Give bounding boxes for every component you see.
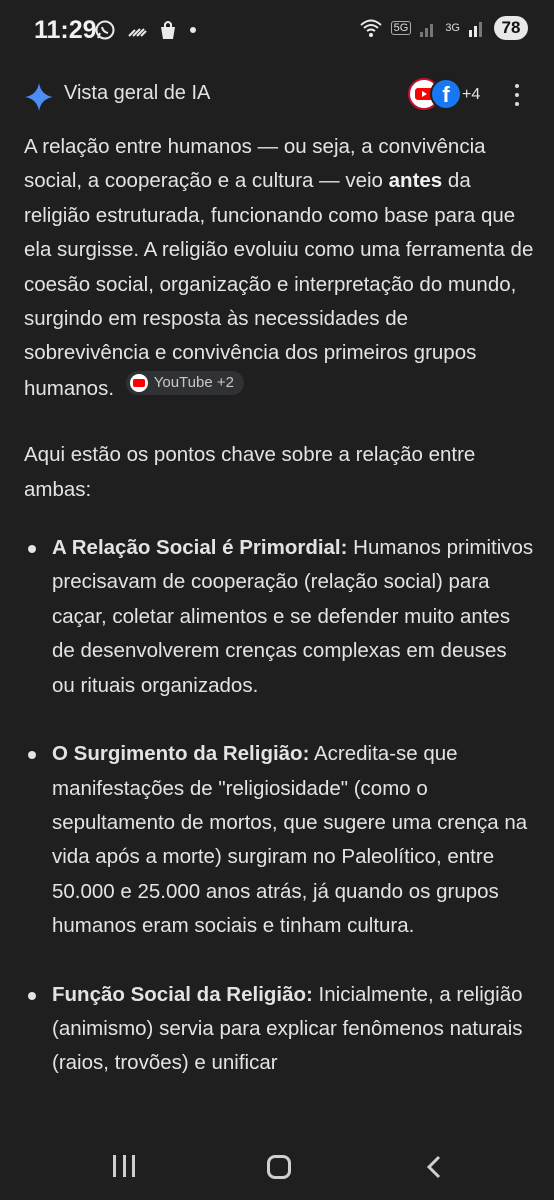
wifi-icon: [359, 19, 382, 37]
source-count[interactable]: +4: [462, 86, 480, 104]
point-text: Acredita-se que manifestações de "religi…: [52, 742, 528, 938]
point-title: A Relação Social é Primordial:: [52, 536, 348, 560]
more-options-icon[interactable]: [512, 84, 522, 108]
ai-overview-content: A relação entre humanos — ou seja, a con…: [24, 130, 534, 1115]
facebook-source-icon[interactable]: f: [430, 78, 462, 110]
cell-signal-r-icon: [469, 22, 482, 37]
intro-bold: antes: [388, 169, 443, 193]
signal-slash-icon: [128, 28, 147, 37]
whatsapp-icon: [95, 20, 115, 40]
notification-icons: [94, 19, 198, 41]
network-5g-label: 5G: [390, 21, 412, 35]
list-item: A Relação Social é Primordial: Humanos p…: [24, 531, 534, 703]
shopping-bag-icon: [161, 21, 175, 39]
points-intro: Aqui estão os pontos chave sobre a relaç…: [24, 443, 476, 501]
point-title: O Surgimento da Religião:: [52, 742, 310, 766]
dot-icon: [190, 27, 196, 33]
source-icons[interactable]: f: [408, 78, 462, 110]
intro-text-2: da religião estruturada, funcionando com…: [24, 169, 534, 400]
home-icon[interactable]: [267, 1155, 291, 1179]
nav-fade: [0, 1110, 554, 1140]
point-title: Função Social da Religião:: [52, 982, 313, 1006]
status-bar: 11:29 5G 3G 78: [0, 0, 554, 62]
source-chip[interactable]: YouTube +2: [125, 370, 244, 395]
point-text: Humanos primitivos precisavam de coopera…: [52, 536, 534, 697]
recents-icon[interactable]: [113, 1155, 135, 1177]
list-item: O Surgimento da Religião: Acredita-se qu…: [24, 737, 534, 943]
source-chip-label: YouTube +2: [153, 373, 234, 391]
network-3g-label: 3G: [445, 22, 460, 34]
ai-sparkle-icon: [25, 83, 53, 111]
back-icon[interactable]: [426, 1155, 442, 1179]
key-points-list: A Relação Social é Primordial: Humanos p…: [24, 531, 534, 1081]
intro-paragraph: A relação entre humanos — ou seja, a con…: [24, 130, 534, 406]
youtube-icon: [129, 373, 148, 392]
cell-signal-icon: [420, 24, 434, 37]
list-item: Função Social da Religião: Inicialmente,…: [24, 978, 534, 1081]
system-status: 5G 3G 78: [359, 16, 528, 40]
ai-overview-title: Vista geral de IA: [64, 82, 211, 104]
status-time: 11:29: [34, 16, 97, 44]
battery-indicator: 78: [494, 16, 528, 40]
